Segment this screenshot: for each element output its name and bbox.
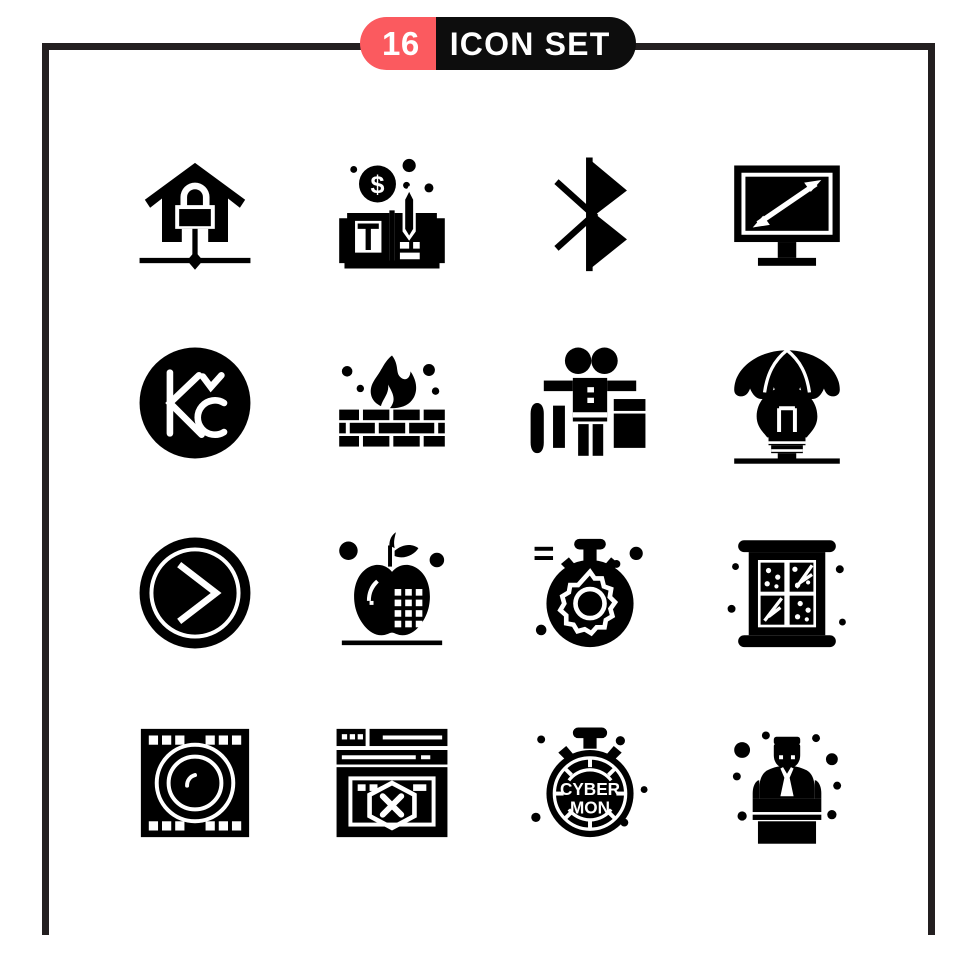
icon-cell-firewall[interactable]: [294, 308, 492, 498]
icon-grid: $ CYBER MON: [96, 118, 886, 878]
window-snow-panes-icon: [727, 540, 847, 648]
next-chevron-circle-icon: [139, 537, 251, 649]
apple-grid-nutrition-icon: [339, 532, 445, 646]
scarecrow-figure-icon: [530, 347, 646, 456]
podium-speaker-icon: [733, 731, 842, 844]
czech-koruna-coin-icon: [139, 347, 251, 459]
browser-error-hexagon-icon: [336, 728, 448, 838]
icon-cell-cyber-monday-stopwatch[interactable]: CYBER MON: [491, 688, 689, 878]
icon-cell-film-strip-lens[interactable]: [96, 688, 294, 878]
icon-cell-stopwatch-gear[interactable]: [491, 498, 689, 688]
finance-book-pencil-icon: $: [339, 158, 446, 269]
header-badge: 16 ICON SET: [360, 17, 637, 70]
icon-cell-parachute-bulb-idea[interactable]: [689, 308, 887, 498]
icon-cell-apple-grid-nutrition[interactable]: [294, 498, 492, 688]
icon-cell-window-snow-panes[interactable]: [689, 498, 887, 688]
stopwatch-gear-icon: [534, 538, 643, 648]
icon-cell-browser-error-hexagon[interactable]: [294, 688, 492, 878]
icon-cell-next-chevron-circle[interactable]: [96, 498, 294, 688]
icon-cell-bluetooth[interactable]: [491, 118, 689, 308]
cyber-monday-line1-text: CYBER: [560, 779, 621, 799]
cyber-monday-stopwatch-icon: CYBER MON: [531, 727, 648, 838]
parachute-bulb-idea-icon: [734, 348, 841, 464]
bluetooth-icon: [554, 157, 627, 272]
icon-cell-screen-size-monitor[interactable]: [689, 118, 887, 308]
svg-text:$: $: [371, 171, 385, 199]
film-strip-lens-icon: [140, 728, 249, 838]
home-security-lock-icon: [139, 162, 251, 270]
icon-count: 16: [360, 17, 436, 70]
firewall-brick-flame-icon: [339, 355, 446, 448]
icon-cell-finance-book-pencil[interactable]: $: [294, 118, 492, 308]
icon-cell-podium-speaker[interactable]: [689, 688, 887, 878]
icon-cell-czech-koruna-coin[interactable]: [96, 308, 294, 498]
icon-cell-home-security-lock[interactable]: [96, 118, 294, 308]
screen-size-monitor-icon: [734, 165, 841, 266]
cyber-monday-line2-text: MON: [570, 797, 610, 817]
icon-cell-scarecrow-figure[interactable]: [491, 308, 689, 498]
page-title: ICON SET: [435, 17, 637, 70]
